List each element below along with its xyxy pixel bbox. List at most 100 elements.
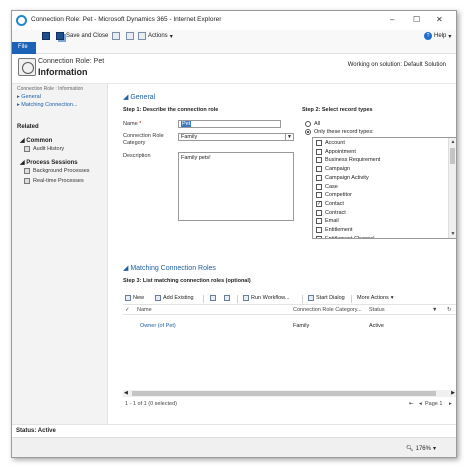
name-label-text: Name <box>123 121 138 127</box>
record-type-item[interactable]: Appointment <box>316 148 356 155</box>
save-and-close-button[interactable]: Save and Close <box>56 32 108 40</box>
next-page-icon[interactable]: ▸ <box>449 401 452 407</box>
toolbar-divider <box>203 295 204 303</box>
record-type-item[interactable]: Entitlement <box>316 227 353 233</box>
description-field[interactable]: Family pets! <box>178 152 294 221</box>
subgrid-toolbar: New Add Existing Run Workflow... Start D… <box>123 294 456 305</box>
matching-section-title[interactable]: ◢ Matching Connection Roles <box>123 264 216 272</box>
column-header-name[interactable]: Name <box>137 307 152 313</box>
scrollbar-thumb[interactable] <box>450 148 455 164</box>
checkbox[interactable]: ✓ <box>316 200 322 207</box>
record-type-item[interactable]: Contract <box>316 209 346 216</box>
scroll-left-icon[interactable]: ◀ <box>124 390 128 396</box>
record-type-item[interactable]: Competitor <box>316 192 352 199</box>
chevron-down-icon: ▾ <box>448 33 452 40</box>
name-field[interactable]: Pet <box>178 120 281 128</box>
nav-item-audit-history[interactable]: Audit History <box>24 146 64 152</box>
maximize-button[interactable]: ☐ <box>413 15 420 24</box>
nav-item-label: Audit History <box>33 146 65 152</box>
radio-all[interactable]: All <box>305 121 320 127</box>
checkbox[interactable] <box>316 183 322 190</box>
record-type-item[interactable]: Case <box>316 183 338 190</box>
checkbox[interactable] <box>316 140 322 146</box>
scroll-right-icon[interactable]: ▶ <box>451 390 455 396</box>
record-type-item[interactable]: Business Requirement <box>316 157 380 164</box>
record-types-list[interactable]: Account Appointment Business Requirement Ca… <box>312 137 456 239</box>
first-page-icon[interactable]: ⇤ <box>409 401 414 407</box>
category-select[interactable]: Family ▼ <box>178 133 294 141</box>
export-button[interactable] <box>224 295 230 301</box>
left-navigation: Connection Role : Information ▸ General … <box>12 84 108 424</box>
nav-item-label: Background Processes <box>33 168 90 174</box>
actions-button[interactable]: Actions ▾ <box>138 32 173 40</box>
add-existing-button[interactable]: Add Existing <box>155 295 194 301</box>
form-tool-button-2[interactable] <box>126 32 134 40</box>
nav-item-realtime-processes[interactable]: Real-time Processes <box>24 178 84 184</box>
chevron-down-icon: ▾ <box>169 33 173 40</box>
select-all-checkmark[interactable]: ✓ <box>125 307 130 313</box>
command-ribbon: File Save and Close Actions ▾ ? Help ▾ <box>12 30 456 54</box>
checkbox[interactable] <box>316 157 322 164</box>
checkbox[interactable] <box>316 166 322 173</box>
previous-page-icon[interactable]: ◂ <box>419 401 422 407</box>
filter-icon[interactable]: ▼ <box>432 307 437 313</box>
checkbox[interactable] <box>316 218 322 225</box>
record-type-label: Competitor <box>325 192 352 199</box>
save-button[interactable] <box>42 32 50 40</box>
page-number: Page 1 <box>425 401 443 407</box>
run-workflow-button[interactable]: Run Workflow... <box>243 295 289 301</box>
record-type-item[interactable]: Campaign <box>316 166 350 173</box>
new-button[interactable]: New <box>125 295 144 301</box>
related-heading: Related <box>17 124 39 130</box>
record-type-label: Appointment <box>325 148 356 155</box>
record-type-item[interactable]: Campaign Activity <box>316 174 369 181</box>
more-actions-button[interactable]: More Actions ▾ <box>357 295 394 301</box>
checkbox[interactable] <box>316 192 322 199</box>
new-icon <box>125 295 131 301</box>
general-section-title[interactable]: ◢ General <box>123 93 155 101</box>
minimize-button[interactable]: – <box>390 15 394 24</box>
common-heading-label: Common <box>26 138 53 144</box>
form-body: ◢ General Step 1: Describe the connectio… <box>109 84 456 424</box>
subgrid-horizontal-scrollbar[interactable]: ◀ ▶ <box>123 390 456 397</box>
radio-only-these[interactable]: Only these record types: <box>305 129 374 135</box>
record-type-item[interactable]: Email <box>316 218 339 225</box>
scroll-down-icon[interactable]: ▼ <box>449 231 456 237</box>
nav-link-matching-connection[interactable]: ▸ Matching Connection... <box>17 102 78 108</box>
save-and-close-label: Save and Close <box>66 33 109 39</box>
refresh-icon[interactable]: ↻ <box>447 307 452 313</box>
record-type-item[interactable]: Entitlement Channel <box>316 235 375 238</box>
record-type-item[interactable]: Account <box>316 140 345 146</box>
table-row[interactable]: Owner (of Pet) Family Active <box>123 322 456 331</box>
file-button[interactable]: File <box>12 42 36 54</box>
help-button[interactable]: ? Help ▾ <box>424 32 451 40</box>
process-sessions-heading: ◢ Process Sessions <box>20 160 78 166</box>
nav-link-general[interactable]: ▸ General <box>17 94 41 100</box>
column-header-category[interactable]: Connection Role Category... <box>293 307 362 313</box>
record-type-label: Email <box>325 218 339 225</box>
checkbox[interactable] <box>316 227 322 233</box>
audit-history-icon <box>24 146 30 152</box>
form-tool-button[interactable] <box>112 32 120 40</box>
row-name-link[interactable]: Owner (of Pet) <box>140 323 176 329</box>
scroll-up-icon[interactable]: ▲ <box>449 139 456 145</box>
scrollbar-thumb[interactable] <box>132 391 436 396</box>
checkbox[interactable] <box>316 209 322 216</box>
checkbox[interactable] <box>316 148 322 155</box>
chevron-down-icon: ▾ <box>390 295 394 301</box>
start-dialog-button[interactable]: Start Dialog <box>308 295 345 301</box>
zoom-control[interactable]: 🔍︎ 176% ▾ <box>406 445 436 453</box>
close-button[interactable]: ✕ <box>436 15 443 24</box>
run-report-button[interactable] <box>210 295 216 301</box>
toolbar-divider <box>302 295 303 303</box>
checkbox[interactable] <box>316 174 322 181</box>
new-label: New <box>133 295 145 301</box>
required-marker: * <box>139 121 142 127</box>
browser-window: Connection Role: Pet - Microsoft Dynamic… <box>11 10 457 458</box>
checkbox[interactable] <box>316 235 322 238</box>
record-types-scrollbar[interactable]: ▲ ▼ <box>448 138 456 238</box>
record-type-item[interactable]: ✓ Contact <box>316 200 344 207</box>
nav-item-background-processes[interactable]: Background Processes <box>24 168 90 174</box>
internet-explorer-icon <box>16 15 27 26</box>
column-header-status[interactable]: Status <box>369 307 385 313</box>
